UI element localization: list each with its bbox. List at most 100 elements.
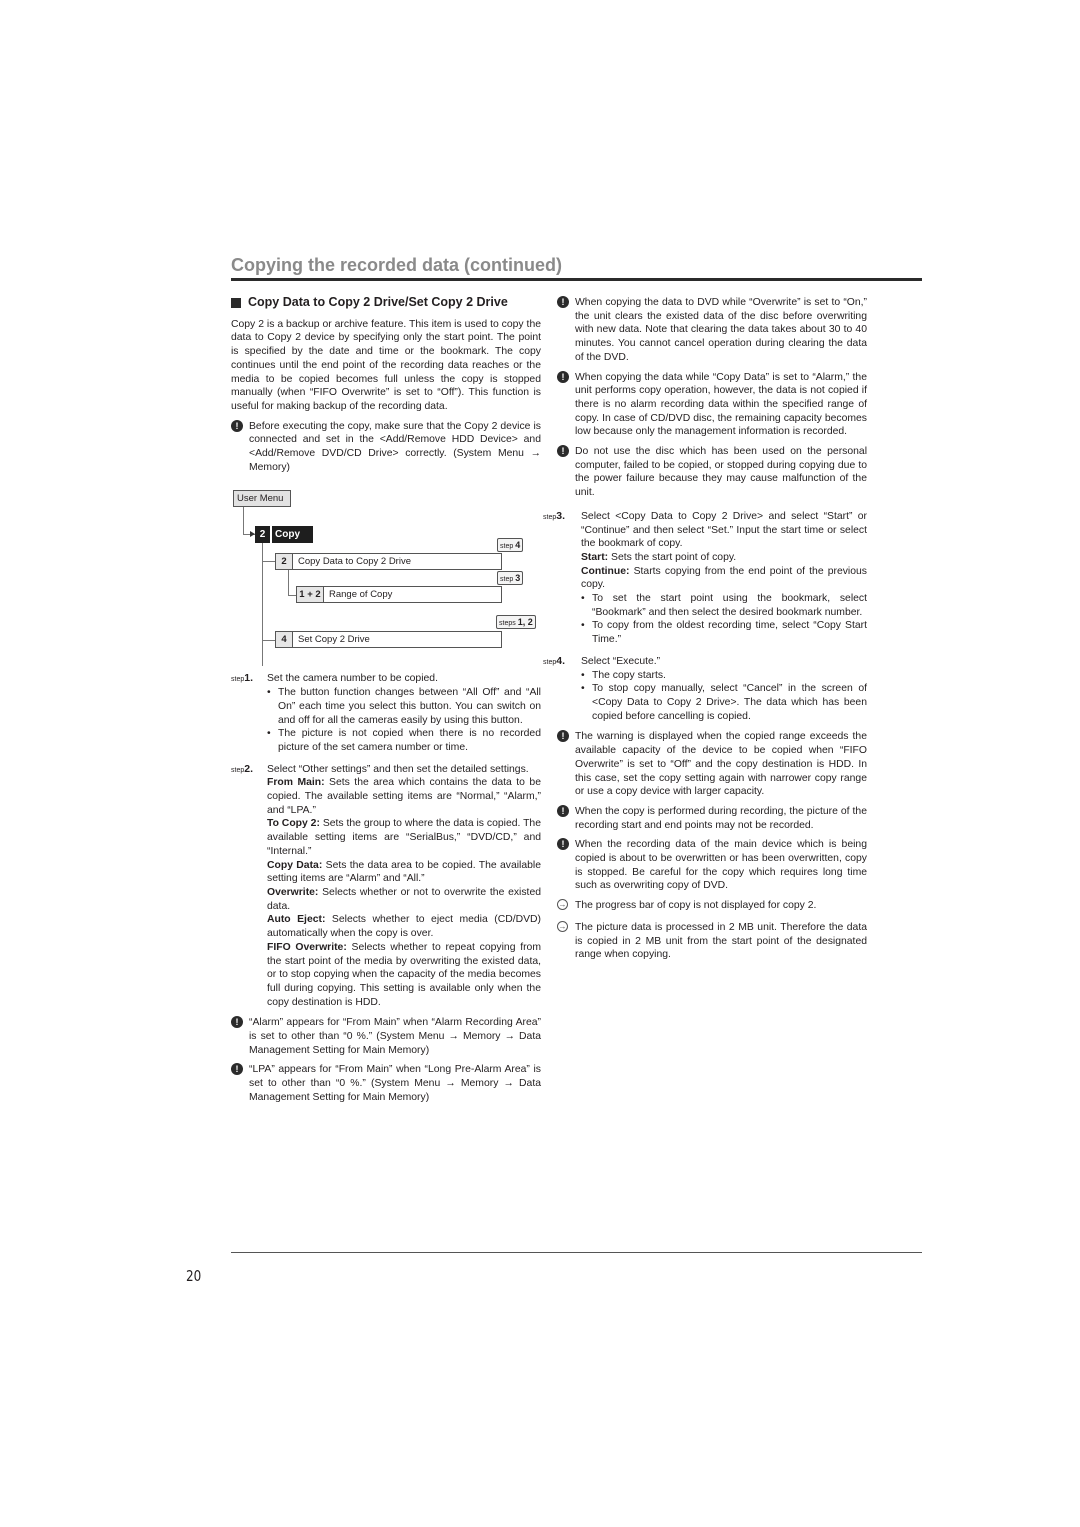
setting-term: From Main: [267,777,325,789]
setting-desc: Sets the start point of copy. [611,551,737,563]
note-text: The picture data is processed in 2 MB un… [575,921,867,961]
connector-line [288,595,296,597]
menu-item-set-copy-2-drive: 4 Set Copy 2 Drive [275,631,502,649]
step-label: step2. [231,763,253,778]
setting-term: Continue: [581,565,630,577]
setting-item: To Copy 2: Sets the group to where the d… [267,817,541,858]
caution-note: ! When copying the data while “Copy Data… [557,370,867,440]
caution-note: ! “LPA” appears for “From Main” when “Lo… [231,1063,541,1104]
section-heading-text: Copy Data to Copy 2 Drive/Set Copy 2 Dri… [248,295,508,309]
menu-diagram: User Menu 2 Copy 2 Copy Data to Copy 2 D… [231,484,541,667]
step-bullet: To copy from the oldest recording time, … [581,619,867,646]
setting-item: Overwrite: Selects whether or not to ove… [267,886,541,913]
setting-term: FIFO Overwrite: [267,941,347,953]
caution-icon: ! [557,804,569,817]
copy-menu-label: Copy [272,526,313,544]
caution-icon: ! [557,730,569,743]
intro-paragraph: Copy 2 is a backup or archive feature. T… [231,318,541,412]
connector-line [243,507,244,535]
step-text: Select “Execute.” [581,655,661,667]
callout-prefix: step [500,576,514,584]
page-number: 20 [186,1267,202,1285]
note-text: The progress bar of copy is not displaye… [575,900,817,912]
note-text: Do not use the disc which has been used … [575,446,867,499]
step-number: 3. [556,509,565,522]
info-note: → The progress bar of copy is not displa… [557,899,867,913]
callout-number: 3 [515,573,521,584]
connector-line [262,561,275,563]
setting-item: FIFO Overwrite: Selects whether to repea… [267,941,541,1010]
footer-rule [231,1252,922,1253]
setting-item: Auto Eject: Selects whether to eject med… [267,913,541,940]
note-text: When copying the data while “Copy Data” … [575,371,867,438]
left-column: Copy Data to Copy 2 Drive/Set Copy 2 Dri… [231,295,541,1111]
copy-menu-box: 2 Copy [255,526,313,544]
menu-item-copy-data: 2 Copy Data to Copy 2 Drive [275,553,502,571]
step-word: step [543,513,557,521]
setting-term: Auto Eject: [267,914,326,926]
caution-note: ! When the recording data of the main de… [557,838,867,893]
step-bullet: The button function changes between “All… [267,686,541,727]
callout-prefix: step [500,543,514,551]
menu-item-range-of-copy: 1 + 2 Range of Copy [296,586,502,604]
square-bullet-icon [231,297,241,308]
title-rule [231,278,922,281]
step-bullet: To set the start point using the bookmar… [581,592,867,619]
step-bullet: The picture is not copied when there is … [267,727,541,754]
info-arrow-icon: → [557,920,568,932]
step-2: step2. Select “Other settings” and then … [231,763,541,1010]
note-text: Before executing the copy, make sure tha… [249,420,541,473]
step-callout: step 4 [497,538,524,553]
step-label: step3. [543,510,565,525]
connector-line [288,570,289,596]
menu-item-number: 4 [276,632,293,648]
step-label: step4. [543,655,565,670]
step-1: step1. Set the camera number to be copie… [231,672,541,754]
caution-icon: ! [557,838,569,851]
note-text: “Alarm” appears for “From Main” when “Al… [249,1017,541,1056]
step-number: 4. [556,654,565,667]
step-callout: step 3 [497,571,524,586]
caution-icon: ! [231,419,243,432]
caution-icon: ! [557,296,569,308]
step-word: step [543,658,557,666]
caution-note: ! The warning is displayed when the copi… [557,730,867,799]
callout-number: 4 [515,540,521,551]
caution-note: ! Before executing the copy, make sure t… [231,419,541,475]
setting-term: Copy Data: [267,859,323,871]
step-word: step [231,766,245,774]
step-number: 1. [244,672,253,685]
section-heading: Copy Data to Copy 2 Drive/Set Copy 2 Dri… [231,295,541,310]
caution-note: ! When copying the data to DVD while “Ov… [557,296,867,365]
step-3: step3. Select <Copy Data to Copy 2 Drive… [543,510,867,647]
page-title: Copying the recorded data (continued) [231,255,563,275]
step-bullet: To stop copy manually, select “Cancel” i… [581,682,867,723]
setting-item: Start: Sets the start point of copy. [581,551,867,565]
menu-item-number: 2 [276,554,293,570]
step-text: Set the camera number to be copied. [267,673,438,685]
note-text: “LPA” appears for “From Main” when “Long… [249,1064,541,1103]
setting-term: To Copy 2: [267,818,320,830]
step-callout: steps 1, 2 [496,615,536,630]
note-text: When the copy is performed during record… [575,805,867,831]
note-text: When copying the data to DVD while “Over… [575,297,867,363]
step-bullet: The copy starts. [581,669,867,683]
setting-item: Continue: Starts copying from the end po… [581,565,867,592]
menu-item-label: Set Copy 2 Drive [298,634,370,646]
info-arrow-icon: → [557,899,568,911]
setting-term: Start: [581,551,609,563]
menu-item-label: Range of Copy [329,589,393,601]
callout-prefix: steps [499,620,516,628]
step-label: step1. [231,672,253,687]
step-text: Select “Other settings” and then set the… [267,763,529,775]
info-note: → The picture data is processed in 2 MB … [557,920,867,962]
caution-note: ! “Alarm” appears for “From Main” when “… [231,1016,541,1057]
right-column: ! When copying the data to DVD while “Ov… [543,296,867,968]
setting-item: From Main: Sets the area which contains … [267,776,541,817]
connector-line [262,640,275,642]
setting-item: Copy Data: Sets the data area to be copi… [267,859,541,886]
step-word: step [231,676,245,684]
caution-icon: ! [557,370,569,383]
caution-icon: ! [557,445,569,458]
menu-item-number: 1 + 2 [297,587,324,603]
